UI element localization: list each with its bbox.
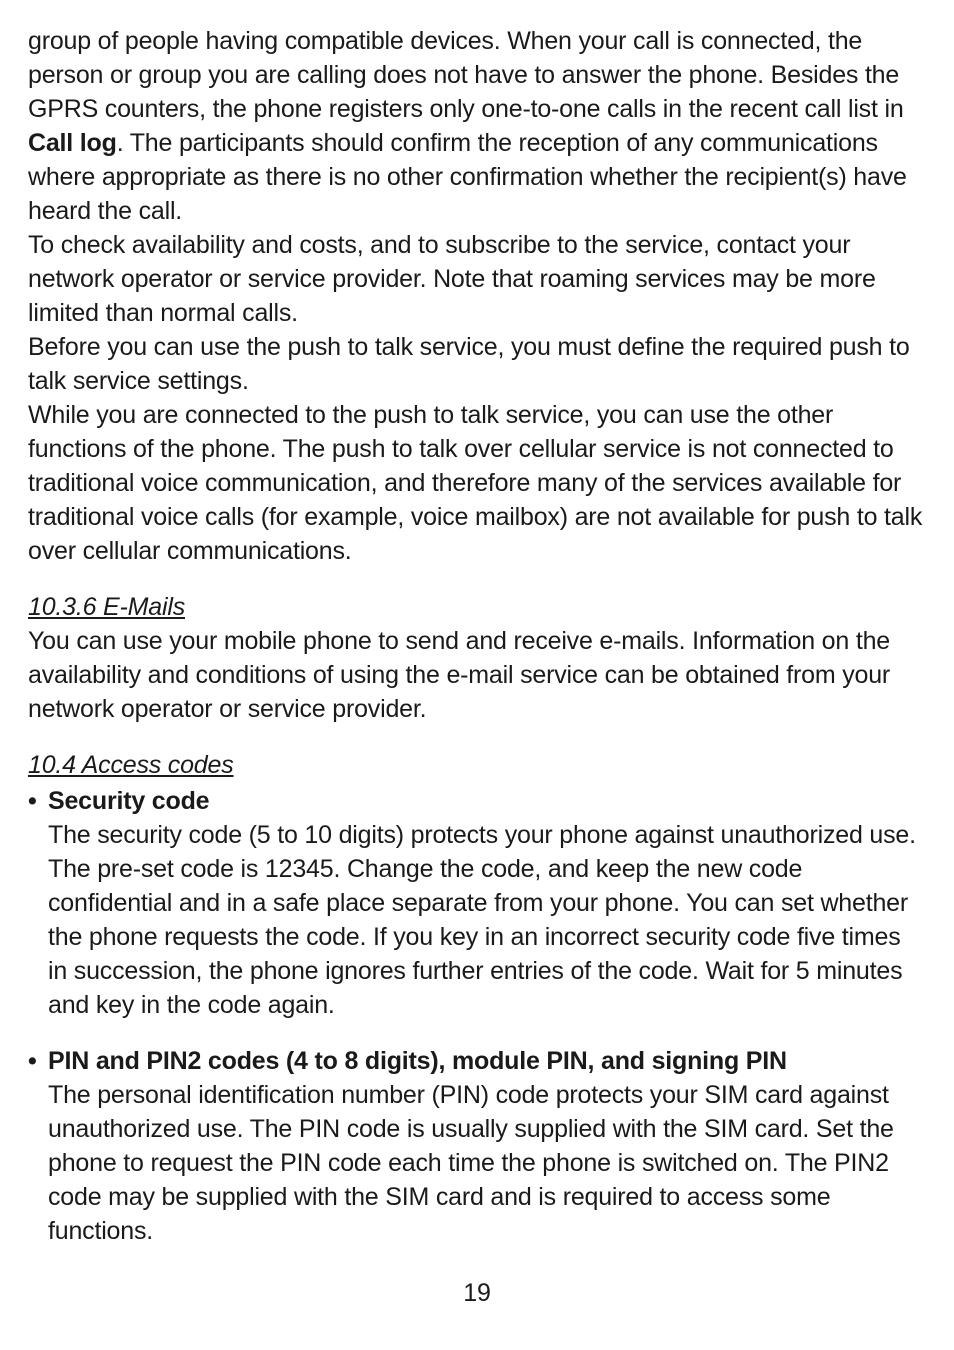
paragraph-5: You can use your mobile phone to send an… — [28, 624, 926, 726]
paragraph-1: group of people having compatible device… — [28, 24, 926, 228]
bullet-pin-codes: • PIN and PIN2 codes (4 to 8 digits), mo… — [28, 1044, 926, 1248]
bullet-dot-icon: • — [28, 784, 48, 818]
bullet-dot-icon: • — [28, 1044, 48, 1078]
paragraph-2: To check availability and costs, and to … — [28, 228, 926, 330]
bullet-title-pin: PIN and PIN2 codes (4 to 8 digits), modu… — [48, 1044, 787, 1078]
bullet-head: • PIN and PIN2 codes (4 to 8 digits), mo… — [28, 1044, 926, 1078]
page-number: 19 — [0, 1276, 954, 1310]
bullet-body-security: The security code (5 to 10 digits) prote… — [28, 818, 926, 1022]
paragraph-3: Before you can use the push to talk serv… — [28, 330, 926, 398]
bullet-security-code: • Security code The security code (5 to … — [28, 784, 926, 1022]
bullet-title-security: Security code — [48, 784, 209, 818]
paragraph-4: While you are connected to the push to t… — [28, 398, 926, 568]
bullet-head: • Security code — [28, 784, 926, 818]
heading-access-codes: 10.4 Access codes — [28, 748, 926, 782]
paragraph-1b: . The participants should confirm the re… — [28, 129, 907, 225]
paragraph-1a: group of people having compatible device… — [28, 27, 904, 123]
bullet-body-pin: The personal identification number (PIN)… — [28, 1078, 926, 1248]
call-log-bold: Call log — [28, 129, 117, 157]
heading-emails: 10.3.6 E-Mails — [28, 590, 926, 624]
